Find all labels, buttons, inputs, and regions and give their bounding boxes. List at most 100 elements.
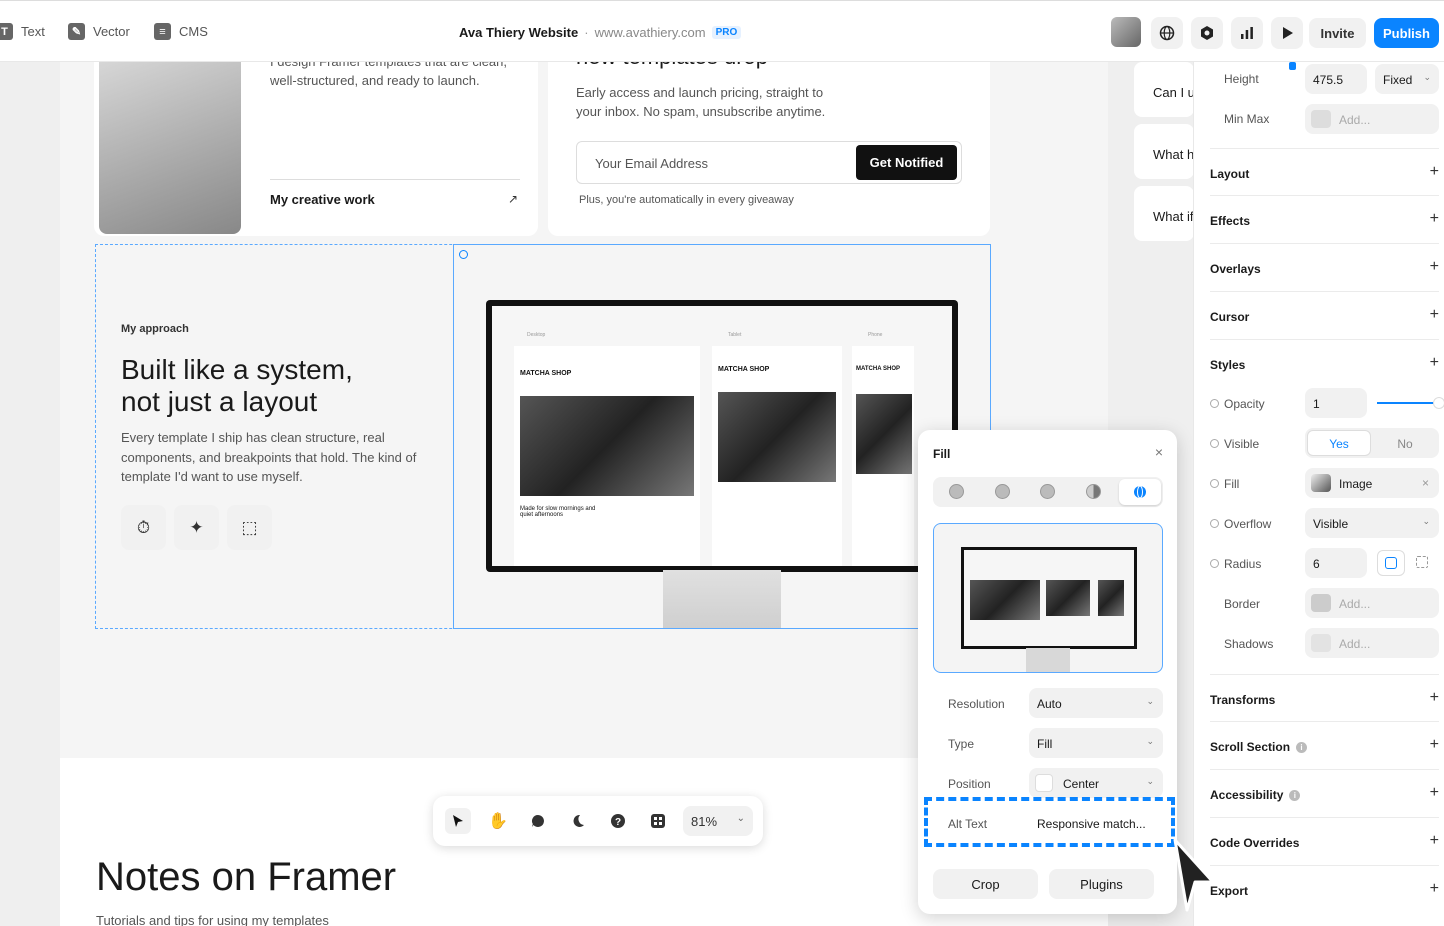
faq-item[interactable]: What h — [1134, 124, 1193, 179]
faq-item[interactable]: Can I u — [1134, 62, 1193, 117]
plus-icon[interactable]: + — [1430, 258, 1439, 276]
section-code-overrides[interactable]: Code Overrides + — [1210, 818, 1439, 866]
border-input[interactable]: Add... — [1305, 588, 1439, 618]
settings-button[interactable] — [1191, 17, 1223, 49]
radius-input[interactable]: 6 — [1305, 548, 1367, 578]
faq-item[interactable]: What if — [1134, 186, 1193, 241]
plus-icon[interactable]: + — [1430, 163, 1439, 181]
zoom-dropdown[interactable]: 81% ⌄ — [683, 806, 753, 836]
type-row: Type Fill ⌄ — [933, 728, 1163, 758]
plugins-button[interactable]: Plugins — [1049, 869, 1154, 899]
newsletter-text: Early access and launch pricing, straigh… — [576, 85, 826, 119]
conic-gradient-option[interactable] — [1086, 484, 1101, 499]
plus-icon[interactable]: + — [1430, 354, 1439, 372]
sparkle-icon[interactable]: ✦ — [174, 505, 219, 550]
minmax-input[interactable]: Add... — [1305, 104, 1439, 134]
project-title-area[interactable]: Ava Thiery Website · www.avathiery.com P… — [459, 25, 742, 40]
user-avatar[interactable] — [1111, 17, 1141, 47]
plus-icon[interactable]: + — [1430, 736, 1439, 754]
info-icon[interactable]: i — [1296, 742, 1308, 753]
opacity-slider-fill — [1377, 402, 1439, 404]
cms-tool[interactable]: ≡ CMS — [154, 23, 208, 40]
position-row: Position Center ⌄ — [933, 768, 1163, 798]
section-transforms[interactable]: Transforms + — [1210, 674, 1439, 722]
mock-hero-image — [718, 392, 836, 482]
overflow-select[interactable]: Visible ⌄ — [1305, 508, 1439, 538]
comment-tool-button[interactable] — [525, 808, 551, 834]
visible-yes-option[interactable]: Yes — [1307, 430, 1371, 456]
image-thumb-icon — [1311, 474, 1331, 492]
shadows-input[interactable]: Add... — [1305, 628, 1439, 658]
analytics-button[interactable] — [1231, 17, 1263, 49]
select-tool-button[interactable] — [445, 808, 471, 834]
info-icon[interactable]: i — [1289, 790, 1301, 801]
dark-mode-button[interactable] — [565, 808, 591, 834]
monitor-stand — [663, 570, 781, 628]
section-styles[interactable]: Styles + — [1210, 340, 1439, 388]
text-tool-label: Text — [21, 24, 45, 39]
section-scroll[interactable]: Scroll Section i + — [1210, 722, 1439, 770]
linear-gradient-option[interactable] — [995, 484, 1010, 499]
select-cursor-icon[interactable]: ⬚ — [227, 505, 272, 550]
plus-icon[interactable]: + — [1430, 306, 1439, 324]
plus-icon[interactable]: + — [1430, 784, 1439, 802]
close-icon[interactable]: × — [1155, 444, 1163, 460]
section-overlays[interactable]: Overlays + — [1210, 244, 1439, 292]
section-accessibility[interactable]: Accessibility i + — [1210, 770, 1439, 818]
creative-work-link[interactable]: My creative work — [270, 192, 375, 207]
image-fill-option[interactable] — [1119, 479, 1161, 505]
square-icon — [1385, 557, 1397, 569]
opacity-slider[interactable] — [1377, 397, 1444, 409]
section-layout[interactable]: Layout + — [1210, 148, 1439, 196]
minmax-icon — [1311, 110, 1331, 128]
top-toolbar: T Text ✎ Vector ≡ CMS Ava Thiery Website… — [0, 0, 1444, 62]
selection-handle[interactable] — [459, 250, 468, 259]
opacity-slider-knob[interactable] — [1433, 397, 1444, 409]
section-cursor[interactable]: Cursor + — [1210, 292, 1439, 340]
crop-button[interactable]: Crop — [933, 869, 1038, 899]
radius-uniform-button[interactable] — [1377, 550, 1405, 576]
plus-icon[interactable]: + — [1430, 832, 1439, 850]
clear-icon[interactable]: × — [1422, 476, 1429, 490]
radial-gradient-option[interactable] — [1040, 484, 1055, 499]
email-field[interactable]: Your Email Address Get Notified — [576, 141, 962, 184]
preview-monitor — [961, 547, 1137, 649]
stopwatch-icon[interactable]: ⏱ — [121, 505, 166, 550]
height-mode-select[interactable]: Fixed ⌄ — [1375, 64, 1439, 94]
radius-individual-icon[interactable] — [1416, 556, 1428, 568]
position-select[interactable]: Center ⌄ — [1029, 768, 1163, 798]
solid-fill-option[interactable] — [949, 484, 964, 499]
image-preview[interactable] — [933, 523, 1163, 673]
plus-icon[interactable]: + — [1430, 210, 1439, 228]
section-effects[interactable]: Effects + — [1210, 196, 1439, 244]
approach-headline: Built like a system, not just a layout — [121, 354, 441, 418]
fill-input[interactable]: Image × — [1305, 468, 1439, 498]
resolution-select[interactable]: Auto ⌄ — [1029, 688, 1163, 718]
globe-button[interactable] — [1151, 17, 1183, 49]
plus-icon[interactable]: + — [1430, 880, 1439, 898]
preview-button[interactable] — [1271, 17, 1303, 49]
shadow-swatch — [1311, 634, 1331, 652]
invite-button[interactable]: Invite — [1309, 18, 1366, 48]
publish-button[interactable]: Publish — [1374, 18, 1439, 48]
opacity-input[interactable]: 1 — [1305, 388, 1367, 418]
visible-no-option[interactable]: No — [1373, 430, 1437, 456]
vector-tool[interactable]: ✎ Vector — [68, 23, 130, 40]
plus-icon[interactable]: + — [1430, 689, 1439, 707]
height-input[interactable]: 475.5 — [1305, 64, 1367, 94]
opacity-dot-icon — [1210, 399, 1219, 408]
resolution-value: Auto — [1037, 697, 1062, 711]
type-select[interactable]: Fill ⌄ — [1029, 728, 1163, 758]
overflow-value: Visible — [1313, 517, 1349, 531]
project-url: www.avathiery.com — [594, 25, 706, 40]
grid-button[interactable] — [645, 808, 671, 834]
portrait-image[interactable] — [99, 62, 241, 234]
help-button[interactable]: ? — [605, 808, 631, 834]
hand-tool-button[interactable]: ✋ — [485, 808, 511, 834]
fill-popover-title: Fill — [933, 447, 951, 461]
comment-icon — [531, 815, 544, 827]
text-tool[interactable]: T Text — [0, 23, 45, 40]
grid-icon — [651, 814, 665, 828]
section-export[interactable]: Export + — [1210, 866, 1439, 914]
get-notified-button[interactable]: Get Notified — [856, 145, 957, 180]
